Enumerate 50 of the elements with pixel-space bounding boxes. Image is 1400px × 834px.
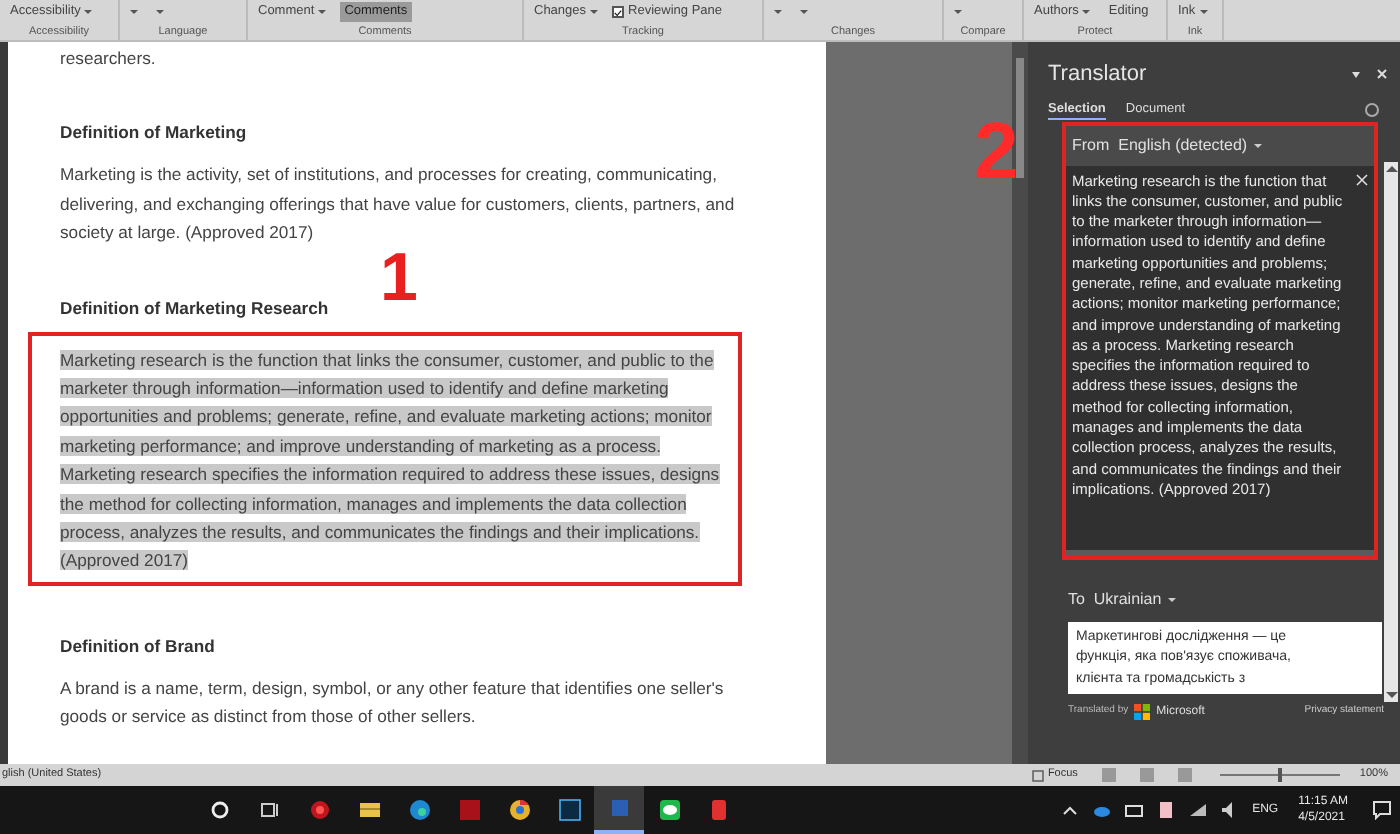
scrollbar[interactable]: [1384, 162, 1398, 702]
chat-icon: [657, 798, 681, 822]
paragraph: A brand is a name, term, design, symbol, or any other feature that identifies one seller's goods or service as distinct from those of other sellers.: [60, 675, 726, 731]
app-icon: [307, 798, 331, 822]
caret-icon[interactable]: [1352, 71, 1360, 78]
caret-icon: [156, 10, 164, 14]
caret-icon: [954, 10, 962, 14]
caret-icon: [84, 10, 93, 14]
caret-icon: [1253, 143, 1262, 147]
battery-icon[interactable]: [1124, 800, 1145, 820]
photo-editor-icon: [557, 798, 581, 822]
browser-icon: [507, 798, 531, 822]
pane-title: Translator: [1048, 60, 1147, 90]
caret-icon: [1199, 10, 1208, 14]
app-icon: [707, 798, 731, 822]
task-view-icon: [257, 798, 281, 822]
caret-icon: [800, 10, 808, 14]
caret-icon: [590, 10, 599, 14]
down-arrow-icon[interactable]: [1385, 692, 1397, 698]
heading: Definition of Brand: [60, 635, 215, 656]
scrollbar[interactable]: [1012, 42, 1028, 764]
paragraph: Marketing research is the function that links the consumer, customer, and public to the marketer through information—information used to identify and define marketing opportunities and problems; generate, refine, and evaluate marketing actions; monitor marketing performance; and improve understanding of marketing as a process. Marketing research specifies the information required to address these issues, designs the method for collecting information, manages and implements the data collection process, analyzes the results, and communicates the findings and their implications. (Approved 2017): [60, 347, 722, 575]
caret-icon: [1167, 597, 1176, 601]
caret-icon: [318, 10, 327, 14]
language-dropdown[interactable]: To Ukrainian: [1068, 587, 1162, 611]
heading: Definition of Marketing Research: [60, 297, 329, 318]
app-icon: [457, 798, 481, 822]
settings-icon[interactable]: [1364, 102, 1380, 118]
paragraph: Marketing is the activity, set of institutions, and processes for creating, communicating, delivering, and exchanging offerings that have value for customers, clients, partners, and society at large. (Approved 2017): [60, 162, 737, 247]
app-icon[interactable]: [1156, 800, 1177, 820]
focus-icon: [1031, 769, 1044, 781]
browser-icon: [407, 798, 431, 822]
callout-number: 1: [380, 248, 418, 308]
notification-icon[interactable]: [1372, 800, 1392, 820]
up-arrow-icon[interactable]: [1385, 166, 1397, 172]
caret-icon: [1082, 10, 1091, 14]
paragraph: researchers.: [60, 46, 158, 72]
close-icon[interactable]: [1376, 68, 1388, 81]
callout-number: 2: [974, 116, 1019, 188]
checkbox[interactable]: [612, 6, 625, 18]
zoom-slider[interactable]: [1219, 768, 1340, 782]
caret-icon: [774, 10, 782, 14]
logo-icon: [1134, 704, 1151, 720]
folder-icon: [357, 798, 381, 822]
clear-icon[interactable]: [1356, 173, 1368, 185]
search-icon: [207, 798, 231, 822]
caret-icon: [130, 10, 138, 14]
document-app-icon: [607, 796, 631, 820]
slider-thumb[interactable]: [1277, 768, 1282, 782]
heading: Definition of Marketing: [60, 122, 247, 143]
